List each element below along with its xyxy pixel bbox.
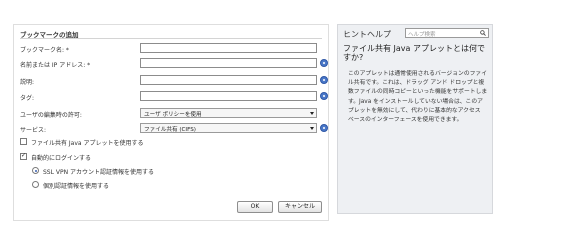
chevron-down-icon	[310, 127, 314, 130]
host-row: 名前または IP アドレス: *	[20, 58, 328, 69]
info-icon[interactable]	[320, 59, 328, 67]
info-icon[interactable]	[320, 124, 328, 132]
info-icon[interactable]	[320, 76, 328, 84]
bookmark-name-input[interactable]	[140, 43, 317, 53]
help-heading: ファイル共有 Java アプレットとは何ですか?	[343, 44, 485, 62]
edit-permission-value: ユーザ ポリシーを使用	[144, 112, 202, 118]
bookmark-name-label: ブックマーク名: *	[20, 47, 69, 54]
java-applet-checkbox[interactable]	[20, 138, 27, 145]
ok-button[interactable]: OK	[237, 201, 273, 213]
add-bookmark-form: ブックマークの追加 ブックマーク名: * 名前または IP アドレス: * 説明…	[13, 24, 329, 221]
auto-login-label: 自動的にログインする	[31, 155, 92, 162]
help-title: ヒントヘルプ	[343, 30, 391, 39]
tags-label: タグ:	[20, 95, 35, 102]
description-input[interactable]	[140, 75, 317, 85]
search-icon[interactable]	[480, 30, 486, 36]
java-applet-label: ファイル共有 Java アプレットを使用する	[31, 140, 144, 147]
sslvpn-credentials-radio[interactable]	[32, 167, 39, 174]
title-divider	[20, 38, 322, 39]
chevron-down-icon	[310, 112, 314, 115]
host-label: 名前または IP アドレス: *	[20, 62, 91, 69]
help-search-input[interactable]: ヘルプ検索	[405, 28, 489, 38]
help-body: このアプレットは通常使用されるバージョンのファイル共有です。これは、ドラッグ ア…	[348, 71, 488, 124]
help-search-placeholder: ヘルプ検索	[408, 32, 436, 38]
tags-row: タグ:	[20, 91, 328, 102]
edit-permission-select[interactable]: ユーザ ポリシーを使用	[140, 108, 317, 118]
edit-permission-row: ユーザの編集時の許可: ユーザ ポリシーを使用	[20, 108, 326, 119]
host-input[interactable]	[140, 58, 317, 68]
info-icon[interactable]	[320, 92, 328, 100]
description-label: 説明:	[20, 79, 35, 86]
custom-credentials-radio[interactable]	[32, 181, 39, 188]
description-row: 説明:	[20, 75, 328, 86]
edit-permission-label: ユーザの編集時の許可:	[20, 112, 82, 119]
bookmark-name-row: ブックマーク名: *	[20, 43, 326, 54]
service-row: サービス: ファイル共有 (CIFS)	[20, 123, 328, 134]
custom-credentials-label: 個別認証情報を使用する	[43, 183, 110, 190]
service-label: サービス:	[20, 127, 47, 134]
tip-help-panel: ヒントヘルプ ヘルプ検索 ファイル共有 Java アプレットとは何ですか? この…	[337, 24, 493, 214]
cancel-button[interactable]: キャンセル	[278, 201, 322, 213]
sslvpn-credentials-label: SSL VPN アカウント認証情報を使用する	[43, 169, 154, 176]
service-value: ファイル共有 (CIFS)	[144, 127, 196, 133]
tags-input[interactable]	[140, 91, 317, 101]
auto-login-checkbox[interactable]	[20, 152, 27, 160]
service-select[interactable]: ファイル共有 (CIFS)	[140, 123, 317, 133]
